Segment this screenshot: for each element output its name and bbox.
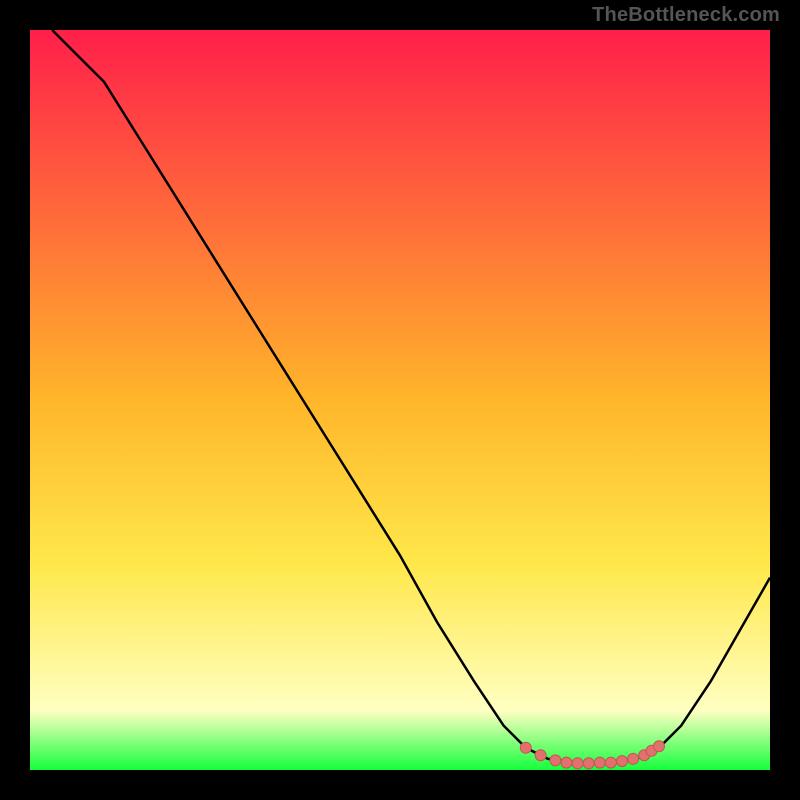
chart-frame: TheBottleneck.com: [0, 0, 800, 800]
optimal-dot: [628, 753, 639, 764]
optimal-dot: [605, 757, 616, 768]
optimal-dot: [520, 742, 531, 753]
optimal-dot: [583, 758, 594, 769]
watermark-text: TheBottleneck.com: [592, 4, 780, 27]
optimal-dot: [572, 758, 583, 769]
plot-svg: [30, 30, 770, 770]
optimal-dot: [594, 757, 605, 768]
optimal-dot: [535, 750, 546, 761]
optimal-dot: [550, 755, 561, 766]
optimal-dot: [561, 757, 572, 768]
plot-area: [30, 30, 770, 770]
optimal-dot: [617, 756, 628, 767]
optimal-dot: [654, 741, 665, 752]
